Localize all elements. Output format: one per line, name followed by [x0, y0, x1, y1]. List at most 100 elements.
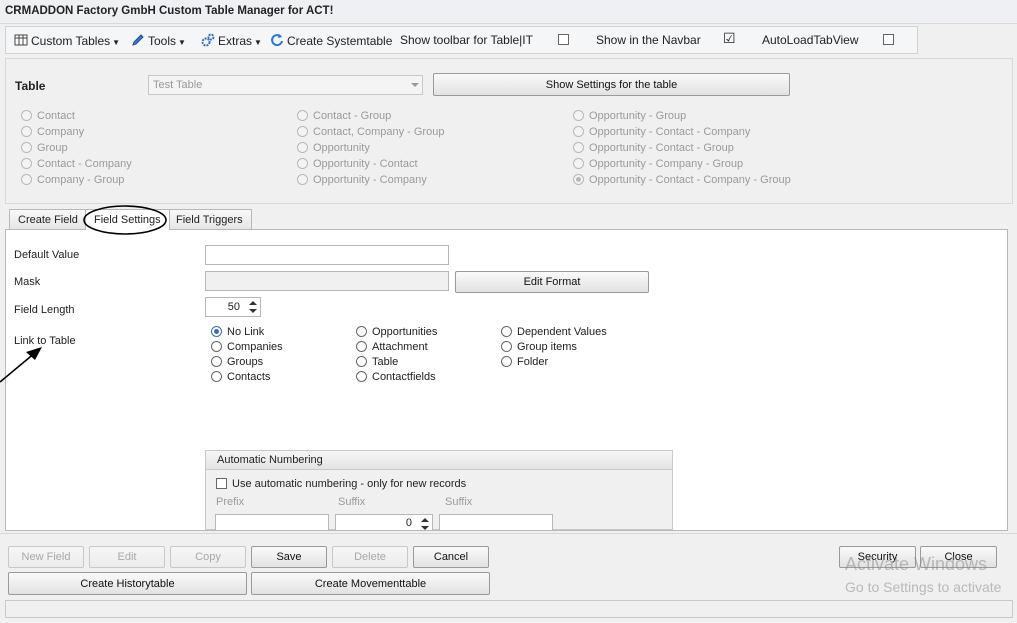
default-value-label: Default Value: [14, 249, 80, 261]
cancel-button[interactable]: Cancel: [413, 546, 489, 568]
gears-icon: [201, 33, 215, 47]
radio-icon: [501, 341, 512, 352]
create-movementtable-button[interactable]: Create Movementtable: [251, 572, 490, 595]
radio-icon: [21, 126, 32, 137]
radio-icon: [573, 126, 584, 137]
prefix-input[interactable]: [215, 514, 329, 531]
autoload-checkbox[interactable]: [883, 34, 894, 45]
activation-watermark-title: Activate Windows: [845, 554, 988, 574]
link-option[interactable]: Opportunities: [356, 326, 437, 338]
radio-selected-icon: [573, 174, 584, 185]
link-option[interactable]: Companies: [211, 341, 283, 353]
link-option[interactable]: Contacts: [211, 371, 270, 383]
link-option[interactable]: Table: [356, 356, 398, 368]
chevron-down-icon: [411, 83, 419, 87]
radio-icon: [573, 110, 584, 121]
field-length-spinner[interactable]: 50: [205, 297, 261, 317]
radio-icon: [211, 371, 222, 382]
create-systemtable-button[interactable]: Create Systemtable: [270, 33, 392, 48]
tab-create-field[interactable]: Create Field: [9, 209, 87, 229]
table-type-option[interactable]: Group: [21, 142, 68, 154]
table-type-option[interactable]: Contact - Company: [21, 158, 132, 170]
field-length-label: Field Length: [14, 304, 75, 316]
radio-icon: [356, 356, 367, 367]
activation-watermark-subtitle: Go to Settings to activate: [845, 579, 1002, 595]
save-button[interactable]: Save: [251, 546, 327, 568]
spin-arrows-icon[interactable]: [248, 300, 258, 314]
radio-icon: [356, 341, 367, 352]
table-select-value: Test Table: [153, 79, 203, 91]
automatic-numbering-title: Automatic Numbering: [206, 451, 672, 470]
use-automatic-numbering[interactable]: Use automatic numbering - only for new r…: [216, 478, 466, 490]
table-type-option[interactable]: Opportunity - Contact - Company: [573, 126, 750, 138]
annotation-arrow: [0, 347, 42, 383]
table-type-option-selected[interactable]: Opportunity - Contact - Company - Group: [573, 174, 791, 186]
annotation-ellipse: [83, 205, 167, 235]
link-option[interactable]: Dependent Values: [501, 326, 607, 338]
radio-icon: [356, 326, 367, 337]
tools-menu[interactable]: Tools ▼: [131, 33, 186, 48]
spin-arrows-icon[interactable]: [420, 517, 430, 531]
table-label: Table: [15, 79, 46, 93]
autoload-label: AutoLoadTabView: [762, 33, 859, 47]
chevron-down-icon: ▼: [254, 38, 262, 47]
table-type-option[interactable]: Contact, Company - Group: [297, 126, 444, 138]
link-option[interactable]: Folder: [501, 356, 548, 368]
default-value-input[interactable]: [205, 245, 449, 265]
link-option[interactable]: Group items: [501, 341, 577, 353]
table-type-option[interactable]: Opportunity - Contact - Group: [573, 142, 734, 154]
radio-icon: [501, 326, 512, 337]
table-type-option[interactable]: Opportunity: [297, 142, 370, 154]
table-type-option[interactable]: Opportunity - Company - Group: [573, 158, 743, 170]
table-select[interactable]: Test Table: [148, 75, 423, 95]
edit-button[interactable]: Edit: [89, 546, 165, 568]
show-navbar-label: Show in the Navbar: [596, 33, 701, 47]
extras-menu[interactable]: Extras ▼: [201, 33, 262, 48]
radio-icon: [356, 371, 367, 382]
extras-label: Extras: [218, 34, 253, 48]
mask-input[interactable]: [205, 271, 449, 291]
table-icon: [14, 34, 28, 46]
edit-format-button[interactable]: Edit Format: [455, 271, 649, 293]
delete-button[interactable]: Delete: [332, 546, 408, 568]
radio-icon: [211, 356, 222, 367]
link-option[interactable]: Contactfields: [356, 371, 436, 383]
table-type-option[interactable]: Company - Group: [21, 174, 124, 186]
tools-label: Tools: [148, 34, 177, 48]
suffix-number-spinner[interactable]: 0: [335, 514, 433, 531]
table-type-option[interactable]: Opportunity - Contact: [297, 158, 418, 170]
radio-icon: [297, 174, 308, 185]
suffix-input[interactable]: [439, 514, 553, 531]
custom-tables-menu[interactable]: Custom Tables ▼: [14, 33, 120, 48]
chevron-down-icon: ▼: [112, 38, 121, 47]
table-type-option[interactable]: Opportunity - Group: [573, 110, 686, 122]
radio-icon: [573, 158, 584, 169]
custom-tables-label: Custom Tables: [31, 34, 111, 48]
radio-icon: [21, 174, 32, 185]
link-option-selected[interactable]: No Link: [211, 326, 264, 338]
create-historytable-button[interactable]: Create Historytable: [8, 572, 247, 595]
new-field-button[interactable]: New Field: [8, 546, 84, 568]
radio-icon: [21, 142, 32, 153]
link-option[interactable]: Groups: [211, 356, 263, 368]
table-type-option[interactable]: Opportunity - Company: [297, 174, 427, 186]
copy-button[interactable]: Copy: [170, 546, 246, 568]
show-navbar-checkbox[interactable]: ☑: [723, 31, 736, 45]
window-title: CRMADDON Factory GmbH Custom Table Manag…: [0, 0, 1017, 24]
show-toolbar-checkbox[interactable]: [558, 34, 569, 45]
table-type-option[interactable]: Contact - Group: [297, 110, 391, 122]
link-option[interactable]: Attachment: [356, 341, 428, 353]
show-settings-button[interactable]: Show Settings for the table: [433, 73, 790, 96]
table-type-option[interactable]: Contact: [21, 110, 75, 122]
suffix-number-value: 0: [405, 517, 412, 529]
create-systemtable-label: Create Systemtable: [287, 34, 393, 48]
main-toolbar: Custom Tables ▼ Tools ▼ Extras ▼ Create Sys…: [5, 26, 918, 54]
chevron-down-icon: ▼: [178, 38, 186, 47]
table-type-option[interactable]: Company: [21, 126, 84, 138]
tab-field-triggers[interactable]: Field Triggers: [167, 209, 252, 229]
mask-label: Mask: [14, 276, 41, 288]
prefix-label: Prefix: [216, 496, 245, 508]
radio-icon: [501, 356, 512, 367]
checkbox-icon[interactable]: [216, 478, 227, 489]
suffix-label: Suffix: [445, 496, 473, 508]
